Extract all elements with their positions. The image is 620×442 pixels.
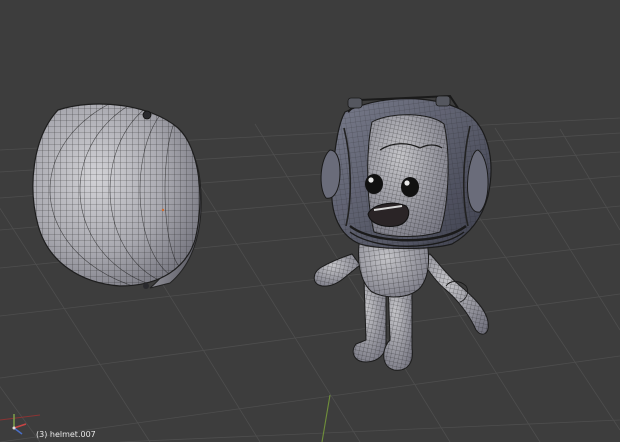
y-axis-line (321, 394, 331, 442)
x-axis-line (0, 414, 41, 421)
eye-right (401, 177, 419, 197)
active-object-label: (3) helmet.007 (36, 430, 96, 439)
helmet-dome-mesh[interactable] (20, 86, 320, 300)
astronaut-character-mesh[interactable] (313, 94, 492, 371)
eye-left (365, 174, 383, 194)
viewport-scene[interactable] (0, 0, 620, 442)
3d-viewport[interactable]: (3) helmet.007 (0, 0, 620, 442)
